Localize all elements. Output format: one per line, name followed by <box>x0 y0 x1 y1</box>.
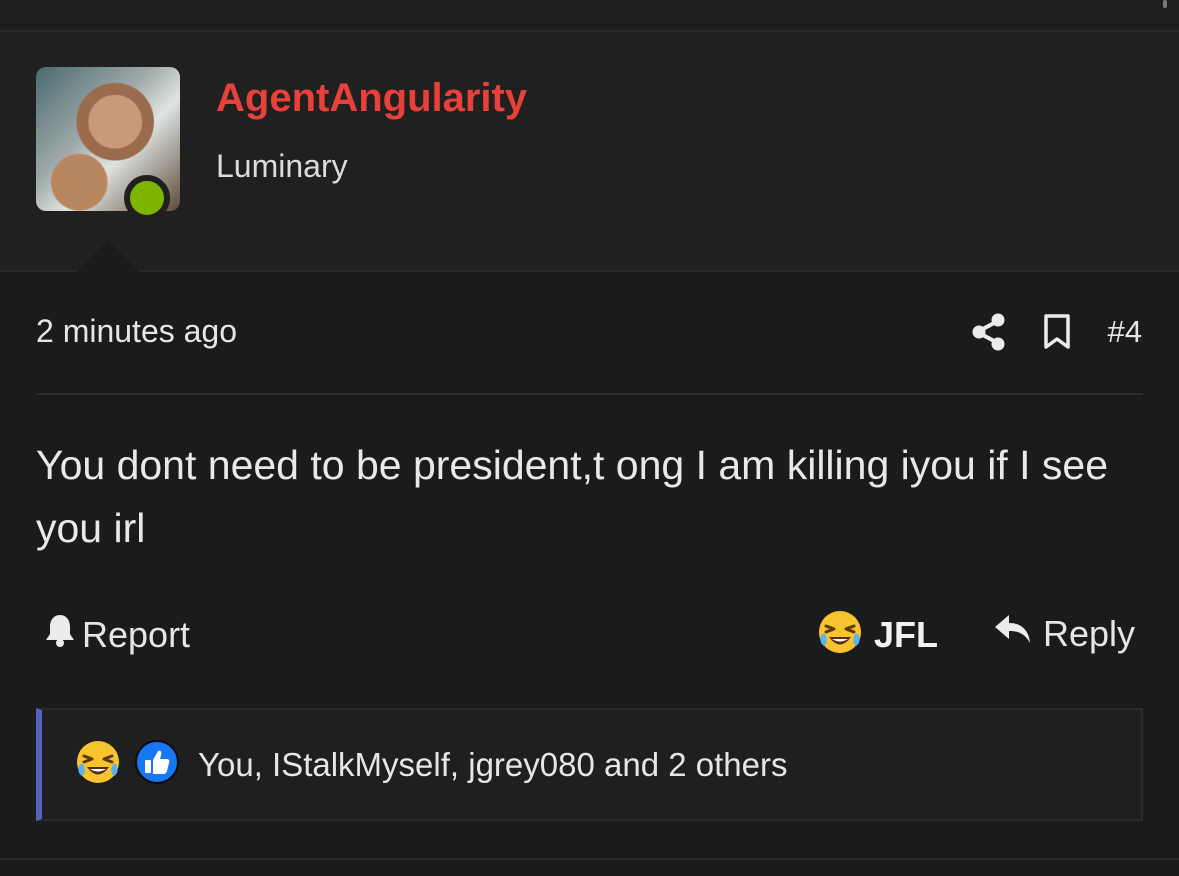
laughing-crying-emoji <box>74 738 122 791</box>
post-timestamp[interactable]: 2 minutes ago <box>36 313 237 350</box>
online-status-indicator <box>124 175 170 221</box>
scrollbar-thumb[interactable] <box>1163 0 1167 8</box>
report-button[interactable]: Report <box>44 612 190 657</box>
laughing-crying-emoji <box>816 608 864 661</box>
reactions-users[interactable]: You, IStalkMyself, jgrey080 and 2 others <box>198 746 787 784</box>
reply-button[interactable]: Reply <box>993 612 1135 655</box>
thumbs-up-icon <box>134 739 180 790</box>
post-number-link[interactable]: #4 <box>1108 314 1142 350</box>
bookmark-icon[interactable] <box>1042 313 1072 351</box>
reactions-summary[interactable]: You, IStalkMyself, jgrey080 and 2 others <box>36 708 1143 821</box>
top-bar <box>0 0 1179 32</box>
post-bottom-divider <box>0 858 1179 860</box>
share-icon[interactable] <box>972 313 1006 351</box>
header-divider <box>0 270 1179 272</box>
reply-label: Reply <box>1043 612 1136 654</box>
reaction-label: JFL <box>874 613 939 655</box>
author-title: Luminary <box>216 148 348 184</box>
post-actions: #4 <box>972 306 1142 358</box>
post-message: You dont need to be president,t ong I am… <box>36 442 1109 551</box>
report-label: Report <box>82 613 191 655</box>
reaction-button[interactable]: JFL <box>816 608 938 661</box>
author-name[interactable]: AgentAngularity <box>216 76 527 121</box>
post-divider <box>36 393 1143 395</box>
header-pointer <box>76 240 140 272</box>
reply-arrow-icon <box>993 612 1033 655</box>
avatar-container[interactable] <box>36 67 180 221</box>
bell-icon <box>44 612 76 657</box>
